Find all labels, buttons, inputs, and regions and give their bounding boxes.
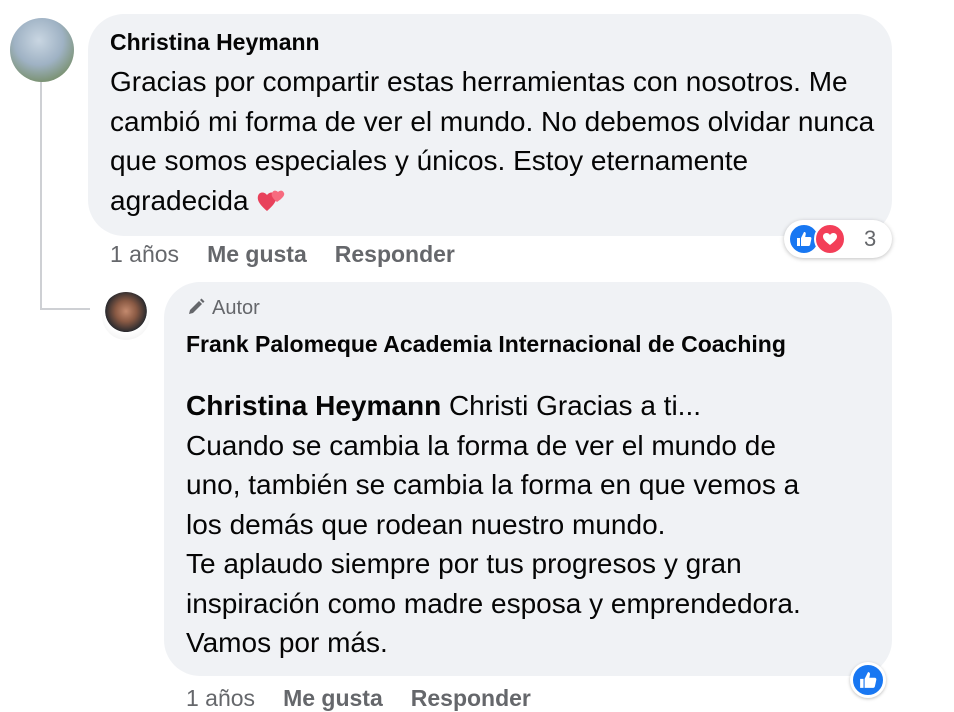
- mention-link[interactable]: Christina Heymann: [186, 390, 441, 421]
- reply-button[interactable]: Responder: [335, 241, 455, 267]
- reply-line: inspiración como madre esposa y emprende…: [186, 587, 801, 619]
- two-hearts-icon: [256, 184, 286, 211]
- pencil-icon: [186, 297, 212, 319]
- comment-actions: 1 años Me gusta Responder: [110, 240, 455, 268]
- reply-line: Cuando se cambia la forma de ver el mund…: [186, 429, 776, 461]
- reply-line: uno, también se cambia la forma en que v…: [186, 469, 800, 500]
- reply-text: Christina Heymann Christi Gracias a ti..…: [186, 386, 886, 663]
- reply-line: Vamos por más.: [186, 627, 388, 658]
- like-icon: [860, 672, 877, 688]
- reply-line: los demás que rodean nuestro mundo.: [186, 508, 666, 540]
- comment-text: Gracias por compartir estas herramientas…: [110, 62, 880, 220]
- reply-reactions-summary[interactable]: [850, 662, 886, 698]
- avatar[interactable]: [10, 18, 74, 82]
- like-button[interactable]: Me gusta: [283, 685, 383, 711]
- reactions-summary[interactable]: 3: [784, 220, 892, 258]
- reply-button[interactable]: Responder: [411, 685, 531, 711]
- reply-author-name[interactable]: Frank Palomeque Academia Internacional d…: [186, 330, 786, 358]
- comment-body: Gracias por compartir estas herramientas…: [110, 66, 875, 216]
- avatar[interactable]: [102, 292, 150, 340]
- reply-first-line: Christina Heymann Christi Gracias a ti..…: [186, 386, 886, 426]
- author-badge: Autor: [186, 296, 260, 320]
- reply-first-line-text: Christi Gracias a ti...: [441, 390, 702, 421]
- reaction-count: 3: [864, 226, 877, 251]
- comment-timestamp[interactable]: 1 años: [110, 241, 179, 267]
- like-button[interactable]: Me gusta: [207, 241, 307, 267]
- reply-line: Te aplaudo siempre por tus progresos y g…: [186, 548, 742, 579]
- love-icon: [814, 223, 846, 255]
- thread-connector-branch: [40, 308, 90, 310]
- comment-author-name[interactable]: Christina Heymann: [110, 28, 320, 56]
- reply-timestamp[interactable]: 1 años: [186, 685, 255, 711]
- thread-connector-line: [40, 78, 42, 310]
- author-badge-label: Autor: [212, 297, 260, 319]
